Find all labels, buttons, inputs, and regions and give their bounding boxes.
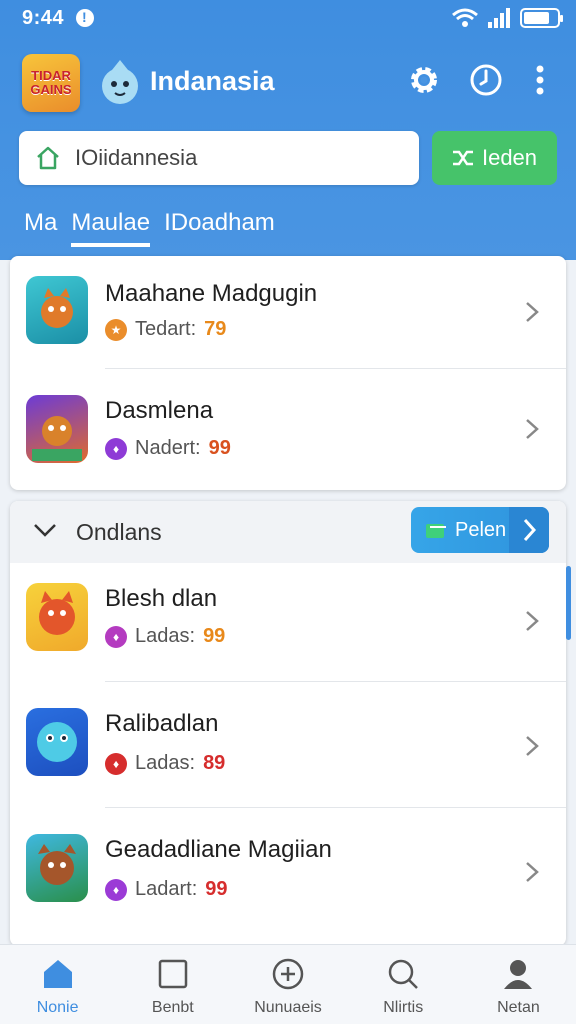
section-list: Ondlans Pelen Blesh dlan ♦ Ladas: 99 Ral…	[10, 501, 566, 946]
section-pill-button[interactable]: Pelen	[411, 507, 549, 553]
meta-value: 99	[208, 437, 231, 459]
more-vertical-icon[interactable]	[528, 62, 552, 98]
nav-label: Nlirtis	[383, 999, 424, 1016]
chevron-right-icon	[526, 419, 539, 439]
meta-value: 99	[203, 625, 226, 647]
meta-value: 89	[203, 752, 226, 774]
action-button[interactable]: Ieden	[432, 131, 557, 185]
item-meta: ♦ Ladas: 99	[105, 625, 225, 648]
list-item[interactable]: Maahane Madgugin ★ Tedart: 79	[10, 256, 566, 368]
nav-label: Nunuaeis	[254, 999, 322, 1016]
settings-icon[interactable]	[406, 62, 442, 98]
search-input[interactable]	[75, 131, 405, 185]
nav-item-nlirtis[interactable]: Nlirtis	[346, 945, 461, 1024]
nav-label: Benbt	[151, 999, 194, 1016]
clock-icon[interactable]	[468, 62, 504, 98]
home-icon	[43, 960, 72, 988]
tab-ma[interactable]: Ma	[24, 205, 57, 247]
app-logo: TIDAR GAINS	[22, 54, 80, 112]
item-meta: ♦ Ladas: 89	[105, 752, 225, 775]
section-title: Ondlans	[76, 519, 162, 545]
home-icon	[37, 146, 59, 170]
section-header[interactable]: Ondlans Pelen	[10, 501, 566, 563]
scrollbar[interactable]	[566, 566, 571, 640]
nav-item-benbt[interactable]: Benbt	[115, 945, 230, 1024]
list-item[interactable]: Dasmlena ♦ Nadert: 99	[10, 369, 566, 490]
featured-list: Maahane Madgugin ★ Tedart: 79 Dasmlena ♦…	[10, 256, 566, 490]
tab-bar: Ma Maulae IDoadham	[24, 205, 275, 255]
item-name: Ralibadlan	[105, 710, 219, 737]
meta-label: Ladart:	[135, 878, 198, 900]
rating-icon: ★	[105, 318, 127, 341]
tab-maulae[interactable]: Maulae	[71, 205, 151, 247]
shuffle-icon	[452, 150, 473, 166]
chevron-right-icon	[526, 611, 539, 631]
mascot-icon	[102, 60, 138, 104]
bottom-nav: Nonie Benbt Nunuaeis Nlirtis Netan	[0, 944, 576, 1024]
item-name: Blesh dlan	[105, 585, 218, 612]
item-name: Maahane Madgugin	[105, 280, 318, 307]
plus-circle-icon	[272, 958, 304, 990]
rating-icon: ♦	[105, 878, 127, 901]
chevron-right-icon	[526, 736, 539, 756]
square-icon	[158, 959, 188, 989]
signal-icon	[488, 8, 510, 28]
meta-label: Tedart:	[135, 318, 197, 340]
chevron-down-icon[interactable]	[32, 519, 58, 541]
nav-item-home[interactable]: Nonie	[0, 945, 115, 1024]
item-meta: ★ Tedart: 79	[105, 318, 226, 341]
folder-icon	[426, 524, 446, 538]
app-icon	[26, 583, 88, 651]
chevron-right-icon	[526, 862, 539, 882]
app-icon	[26, 708, 88, 776]
nav-item-nunuaeis[interactable]: Nunuaeis	[230, 945, 345, 1024]
status-time: 9:44	[22, 7, 65, 29]
profile-icon	[504, 960, 533, 989]
meta-value: 79	[204, 318, 227, 340]
rating-icon: ♦	[105, 625, 127, 648]
app-icon	[26, 834, 88, 902]
nav-item-netan[interactable]: Netan	[461, 945, 576, 1024]
rating-icon: ♦	[105, 752, 127, 775]
chevron-right-icon	[523, 518, 537, 542]
chevron-right-icon	[526, 302, 539, 322]
list-item[interactable]: Ralibadlan ♦ Ladas: 89	[10, 682, 566, 807]
tab-idoadham[interactable]: IDoadham	[164, 205, 275, 247]
item-meta: ♦ Ladart: 99	[105, 878, 228, 901]
meta-value: 99	[205, 878, 228, 900]
rating-icon: ♦	[105, 437, 127, 460]
search-box[interactable]	[19, 131, 419, 185]
list-item[interactable]: Geadadliane Magiian ♦ Ladart: 99	[10, 808, 566, 934]
search-icon	[388, 959, 419, 989]
status-bar: 9:44	[0, 0, 576, 38]
item-name: Dasmlena	[105, 397, 214, 424]
app-title: Indanasia	[150, 66, 275, 96]
meta-label: Nadert:	[135, 437, 201, 459]
list-item[interactable]: Blesh dlan ♦ Ladas: 99	[10, 563, 566, 681]
pill-label: Pelen	[455, 518, 507, 541]
wifi-icon	[452, 8, 478, 27]
meta-label: Ladas:	[135, 625, 196, 647]
meta-label: Ladas:	[135, 752, 196, 774]
battery-icon	[520, 8, 563, 28]
nav-label: Netan	[497, 999, 540, 1016]
action-button-label: Ieden	[481, 145, 538, 170]
app-icon	[26, 395, 88, 463]
nav-label: Nonie	[36, 999, 79, 1016]
app-icon	[26, 276, 88, 344]
alert-icon	[76, 9, 94, 27]
item-name: Geadadliane Magiian	[105, 836, 332, 863]
item-meta: ♦ Nadert: 99	[105, 437, 231, 460]
